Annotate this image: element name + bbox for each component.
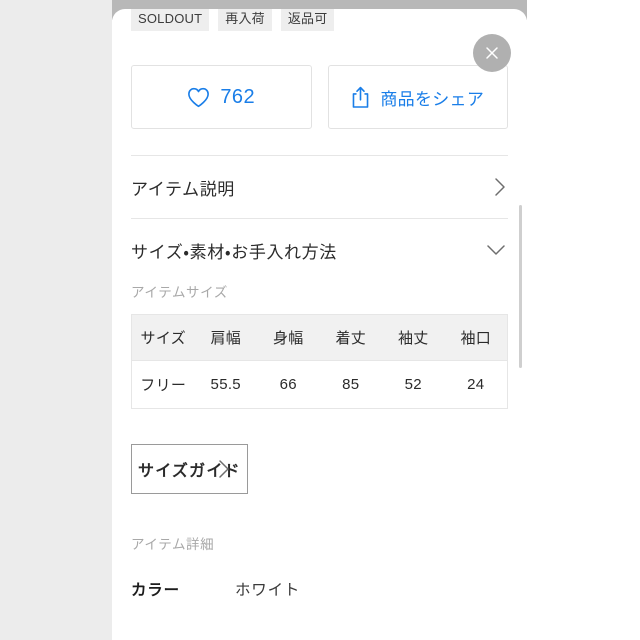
page-backdrop-left (0, 0, 112, 640)
size-guide-button[interactable]: サイズガイド (131, 444, 248, 494)
chevron-right-icon (218, 459, 230, 479)
vertical-scrollbar-thumb[interactable] (519, 205, 522, 368)
action-button-row: 762 商品をシェア (112, 65, 527, 129)
item-detail-label: アイテム詳細 (131, 537, 215, 552)
chevron-down-icon (486, 244, 506, 256)
col-cuff: 袖口 (444, 315, 507, 361)
cell-sleeve: 52 (382, 360, 445, 408)
item-detail-row-color: カラー ホワイト (131, 578, 508, 600)
item-size-label: アイテムサイズ (131, 285, 228, 300)
chevron-right-icon (494, 177, 506, 197)
vertical-scrollbar[interactable] (519, 205, 522, 368)
screen-root: SOLDOUT 再入荷 返品可 762 商品をシェア アイテム説明 サイズ・素材… (0, 0, 640, 640)
item-size-table: サイズ 肩幅 身幅 着丈 袖丈 袖口 フリー 55.5 66 85 52 24 (132, 315, 507, 408)
share-icon (351, 86, 370, 109)
item-size-table-wrapper: サイズ 肩幅 身幅 着丈 袖丈 袖口 フリー 55.5 66 85 52 24 (131, 314, 508, 409)
badge-returnable: 返品可 (280, 9, 335, 31)
item-size-table-body: フリー 55.5 66 85 52 24 (132, 360, 507, 408)
product-badge-strip: SOLDOUT 再入荷 返品可 (112, 9, 335, 31)
accordion-stack: アイテム説明 サイズ・素材・お手入れ方法 アイテムサイズ サイズ 肩幅 身幅 着… (112, 155, 527, 600)
table-row: フリー 55.5 66 85 52 24 (132, 360, 507, 408)
table-header-row: サイズ 肩幅 身幅 着丈 袖丈 袖口 (132, 315, 507, 361)
accordion-size-material-care[interactable]: サイズ・素材・お手入れ方法 (112, 219, 527, 281)
like-count: 762 (220, 85, 256, 108)
size-material-panel: アイテムサイズ サイズ 肩幅 身幅 着丈 袖丈 袖口 フリー 55.5 66 8… (112, 281, 527, 600)
item-detail-key-color: カラー (131, 582, 180, 599)
col-length: 着丈 (319, 315, 382, 361)
cell-cuff: 24 (444, 360, 507, 408)
close-icon (484, 45, 500, 61)
col-shoulder: 肩幅 (194, 315, 257, 361)
accordion-item-description[interactable]: アイテム説明 (112, 156, 527, 218)
col-chest: 身幅 (257, 315, 320, 361)
item-size-table-head: サイズ 肩幅 身幅 着丈 袖丈 袖口 (132, 315, 507, 361)
item-detail-value-color: ホワイト (235, 582, 301, 599)
col-size: サイズ (132, 315, 195, 361)
badge-soldout: SOLDOUT (131, 9, 210, 31)
cell-length: 85 (319, 360, 382, 408)
col-sleeve: 袖丈 (382, 315, 445, 361)
product-detail-sheet: SOLDOUT 再入荷 返品可 762 商品をシェア アイテム説明 サイズ・素材… (112, 9, 527, 640)
cell-size: フリー (132, 360, 195, 408)
share-button-label: 商品をシェア (380, 89, 485, 109)
share-button[interactable]: 商品をシェア (327, 65, 508, 129)
badge-restock: 再入荷 (218, 9, 272, 31)
cell-chest: 66 (257, 360, 320, 408)
cell-shoulder: 55.5 (194, 360, 257, 408)
heart-outline-icon (187, 87, 210, 108)
accordion-item-description-title: アイテム説明 (131, 179, 235, 199)
accordion-size-material-care-title: サイズ・素材・お手入れ方法 (131, 242, 337, 262)
like-button[interactable]: 762 (131, 65, 312, 129)
close-button[interactable] (473, 34, 511, 72)
